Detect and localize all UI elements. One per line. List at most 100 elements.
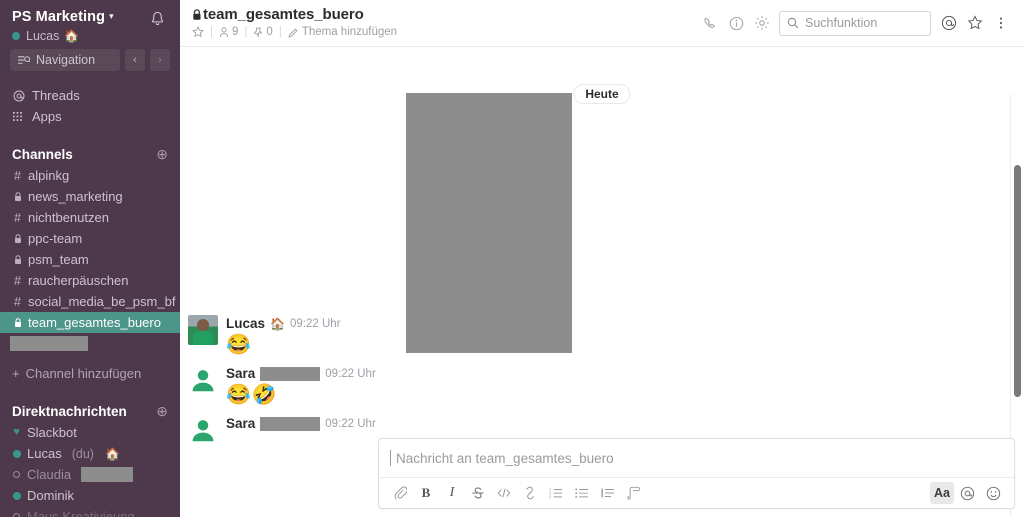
add-topic-button[interactable]: Thema hinzufügen bbox=[288, 26, 397, 38]
channel-label: ppc-team bbox=[28, 231, 83, 246]
sidebar-item-ppc-team[interactable]: ppc-team bbox=[0, 228, 180, 249]
dm-self-suffix: (du) bbox=[71, 446, 94, 461]
sidebar-item-apps[interactable]: Apps bbox=[0, 106, 180, 127]
add-channel-button[interactable]: + Channel hinzufügen bbox=[0, 363, 180, 384]
message-timestamp: 09:22 Uhr bbox=[289, 317, 341, 330]
snippet-button[interactable] bbox=[621, 482, 647, 504]
sidebar-item-label: Threads bbox=[32, 88, 80, 103]
message-timestamp: 09:22 Uhr bbox=[325, 367, 376, 380]
scrollbar-thumb[interactable] bbox=[1014, 165, 1021, 397]
emoji-button[interactable] bbox=[980, 482, 1006, 504]
bulleted-list-button[interactable] bbox=[569, 482, 595, 504]
pin-icon bbox=[253, 27, 264, 38]
mentions-button[interactable] bbox=[936, 10, 962, 36]
dm-section-header: Direktnachrichten ⊕ bbox=[0, 400, 180, 422]
formatting-toggle-button[interactable]: Aa bbox=[930, 482, 954, 504]
search-input[interactable]: Suchfunktion bbox=[779, 10, 931, 36]
message-item-sara-1: Sara 09:22 Uhr 😂🤣 bbox=[180, 365, 1024, 407]
strikethrough-button[interactable] bbox=[465, 482, 491, 504]
dm-item-lucas[interactable]: Lucas (du) 🏠 bbox=[0, 443, 180, 464]
settings-button[interactable] bbox=[749, 10, 775, 36]
avatar[interactable] bbox=[188, 365, 218, 395]
message-header: Lucas 🏠 09:22 Uhr bbox=[226, 315, 1024, 332]
chevron-down-icon[interactable]: ▾ bbox=[109, 11, 114, 22]
message-body: Lucas 🏠 09:22 Uhr 😂 bbox=[226, 315, 1024, 357]
add-dm-icon[interactable]: ⊕ bbox=[156, 404, 168, 418]
hash-icon: # bbox=[14, 168, 21, 183]
workspace-header[interactable]: PS Marketing ▾ Lucas 🏠 bbox=[0, 0, 180, 45]
channel-label: news_marketing bbox=[28, 189, 123, 204]
redaction-block bbox=[260, 366, 321, 381]
mention-button[interactable] bbox=[954, 482, 980, 504]
members-count-button[interactable]: 9 bbox=[219, 26, 238, 38]
meta-separator: | bbox=[278, 26, 282, 38]
redaction-block bbox=[81, 467, 134, 482]
channel-label: psm_team bbox=[28, 252, 89, 267]
hash-icon: # bbox=[14, 210, 21, 225]
message-author[interactable]: Sara bbox=[226, 366, 255, 381]
members-count: 9 bbox=[232, 26, 239, 38]
code-button[interactable] bbox=[491, 482, 517, 504]
history-back-button[interactable]: ‹ bbox=[125, 49, 145, 71]
sidebar-item-redacted[interactable] bbox=[0, 333, 180, 354]
navigation-button[interactable]: Navigation bbox=[10, 49, 120, 71]
pencil-icon bbox=[288, 27, 299, 38]
sidebar-item-alpinkg[interactable]: # alpinkg bbox=[0, 165, 180, 186]
more-options-button[interactable] bbox=[988, 10, 1014, 36]
grid-apps-icon bbox=[12, 111, 25, 122]
sidebar-nav-list: Threads Apps bbox=[0, 85, 180, 127]
blockquote-button[interactable] bbox=[595, 482, 621, 504]
dm-item-slackbot[interactable]: ♥ Slackbot bbox=[0, 422, 180, 443]
message-author[interactable]: Lucas bbox=[226, 316, 265, 331]
notifications-button[interactable] bbox=[146, 8, 168, 27]
attachment-icon[interactable] bbox=[387, 482, 413, 504]
sidebar-item-threads[interactable]: Threads bbox=[0, 85, 180, 106]
call-button[interactable] bbox=[697, 10, 723, 36]
dm-item-dominik[interactable]: Dominik bbox=[0, 485, 180, 506]
lock-icon bbox=[12, 233, 23, 244]
current-user[interactable]: Lucas 🏠 bbox=[12, 29, 146, 43]
message-timestamp: 09:22 Uhr bbox=[325, 417, 376, 430]
dm-section-title: Direktnachrichten bbox=[12, 403, 127, 419]
composer-toolbar: B I 123 Aa bbox=[379, 477, 1014, 508]
lock-icon bbox=[12, 317, 23, 328]
bold-button[interactable]: B bbox=[413, 482, 439, 504]
workspace-title-row[interactable]: PS Marketing ▾ bbox=[12, 8, 146, 26]
channel-label: nichtbenutzen bbox=[28, 210, 109, 225]
sidebar-item-news-marketing[interactable]: news_marketing bbox=[0, 186, 180, 207]
sidebar-item-psm-team[interactable]: psm_team bbox=[0, 249, 180, 270]
workspace-name: PS Marketing bbox=[12, 8, 106, 25]
avatar[interactable] bbox=[188, 315, 218, 345]
hash-icon: # bbox=[14, 294, 21, 309]
star-outline-icon[interactable] bbox=[192, 26, 204, 38]
sidebar-item-social-media-be-psm-bf[interactable]: # social_media_be_psm_bf bbox=[0, 291, 180, 312]
message-attachment-redacted bbox=[406, 93, 572, 353]
status-emoji-icon: 🏠 bbox=[104, 446, 120, 461]
dm-item-clipped[interactable]: Maus Kreativieung bbox=[0, 506, 180, 517]
add-channel-icon[interactable]: ⊕ bbox=[156, 147, 168, 161]
channels-section-header: Channels ⊕ bbox=[0, 143, 180, 165]
sidebar-item-nichtbenutzen[interactable]: # nichtbenutzen bbox=[0, 207, 180, 228]
avatar[interactable] bbox=[188, 415, 218, 445]
italic-button[interactable]: I bbox=[439, 482, 465, 504]
message-input-placeholder: Nachricht an team_gesamtes_buero bbox=[396, 450, 614, 466]
message-composer: Nachricht an team_gesamtes_buero B I 1 2… bbox=[378, 438, 1015, 509]
starred-items-button[interactable] bbox=[962, 10, 988, 36]
link-button[interactable] bbox=[517, 482, 543, 504]
author-status-emoji-icon: 🏠 bbox=[270, 316, 285, 331]
meta-separator: | bbox=[244, 26, 248, 38]
message-item-lucas: Lucas 🏠 09:22 Uhr 😂 bbox=[180, 315, 1024, 357]
sidebar-item-raucherpaeuschen[interactable]: # raucherpäuschen bbox=[0, 270, 180, 291]
channel-info-button[interactable] bbox=[723, 10, 749, 36]
message-author[interactable]: Sara bbox=[226, 416, 255, 431]
ordered-list-button[interactable]: 123 bbox=[543, 482, 569, 504]
channel-title-text: team_gesamtes_buero bbox=[203, 6, 364, 23]
sidebar-item-team-gesamtes-buero[interactable]: team_gesamtes_buero bbox=[0, 312, 180, 333]
dm-item-claudia[interactable]: Claudia bbox=[0, 464, 180, 485]
status-emoji-icon: 🏠 bbox=[64, 29, 80, 43]
presence-online-icon bbox=[12, 449, 21, 458]
message-input[interactable]: Nachricht an team_gesamtes_buero bbox=[379, 439, 1014, 477]
history-forward-button[interactable]: › bbox=[150, 49, 170, 71]
pins-count-button[interactable]: 0 bbox=[253, 26, 273, 38]
sidebar-item-label: Apps bbox=[32, 109, 62, 124]
